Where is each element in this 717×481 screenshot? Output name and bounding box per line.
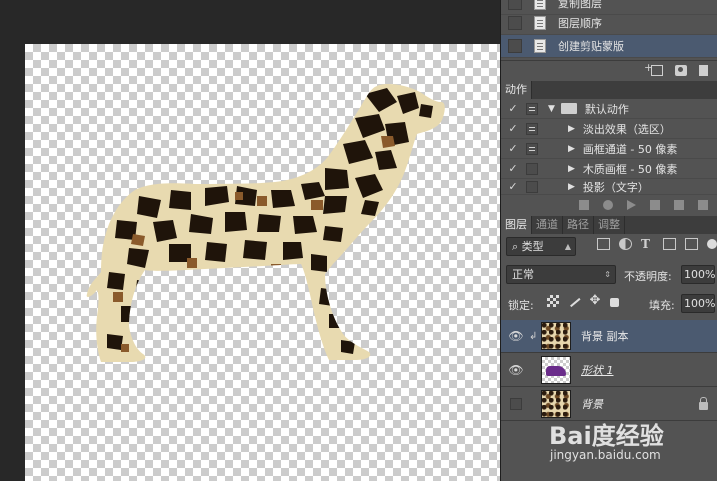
layer-row-selected[interactable]: 👁 ↲ 背景 副本 [501,320,717,353]
history-snapshot-checkbox[interactable] [508,16,522,30]
expand-right-icon[interactable]: ▶ [568,144,575,154]
document-canvas[interactable] [25,44,500,481]
image-filter-icon[interactable] [597,238,610,250]
action-set-row[interactable]: ✓ ▼ 默认动作 [501,99,717,119]
expand-down-icon[interactable]: ▼ [548,104,555,114]
document-canvas-area[interactable] [0,0,500,481]
clipping-mask-icon: ↲ [529,330,538,342]
history-snapshot-checkbox[interactable] [508,0,522,10]
checkmark-icon[interactable]: ✓ [506,142,520,155]
new-document-from-state-icon[interactable] [644,61,663,76]
action-row[interactable]: ✓ ▶ 投影（文字） [501,179,717,195]
layer-row[interactable]: 👁 形状 1 [501,354,717,387]
layer-name[interactable]: 背景 [581,396,603,412]
type-filter-icon[interactable]: T [641,238,654,250]
document-icon [534,16,546,30]
layer-filter-icons: T [597,238,717,250]
lock-position-icon[interactable]: ✥ [589,294,601,307]
document-icon [534,0,546,10]
tab-layers[interactable]: 图层 [501,216,532,234]
lock-transparent-pixels-icon[interactable] [547,295,559,307]
layer-filter-kind-select[interactable]: ⌕ 类型 ▲ [506,237,576,256]
layer-thumbnail [541,390,571,418]
watermark: Bai度经验 jingyan.baidu.com [549,416,717,481]
layer-name[interactable]: 背景 副本 [581,328,629,344]
history-item-selected[interactable]: 创建剪贴蒙版 [501,35,717,58]
blend-mode-select[interactable]: 正常 ⇕ [506,265,616,284]
opacity-label: 不透明度: [624,270,672,283]
tab-paths[interactable]: 路径 [563,216,594,234]
layers-tab-bar: 图层 通道 路径 调整 [501,216,717,234]
filter-toggle-icon[interactable] [707,239,717,249]
tab-adjustments[interactable]: 调整 [594,216,625,234]
stop-icon[interactable] [579,200,589,210]
checkmark-icon[interactable]: ✓ [506,122,520,135]
actions-tab-bar: 动作 [501,81,717,99]
checkmark-icon[interactable]: ✓ [506,102,520,115]
layer-thumbnail [541,356,571,384]
checkmark-icon[interactable]: ✓ [506,180,520,193]
dialog-toggle-icon[interactable] [526,162,538,175]
watermark-brand: Bai度经验 [549,422,664,450]
dialog-toggle-icon[interactable] [526,102,538,115]
dialog-toggle-icon[interactable] [526,180,538,193]
fill-label: 填充: [649,299,675,312]
layer-name[interactable]: 形状 1 [581,362,614,378]
tab-actions[interactable]: 动作 [501,81,532,99]
trash-icon[interactable] [699,65,708,76]
eye-icon[interactable]: 👁 [505,363,527,377]
expand-right-icon[interactable]: ▶ [568,182,575,192]
document-icon [534,39,546,53]
record-icon[interactable] [603,200,613,210]
layer-thumbnail [541,322,571,350]
new-set-folder-icon[interactable] [650,200,660,210]
action-row[interactable]: ✓ ▶ 画框通道 - 50 像素 [501,139,717,159]
history-item[interactable]: 图层顺序 [501,12,717,35]
actions-toolbar [501,196,717,214]
panels-dock: 复制图层 图层顺序 创建剪贴蒙版 动作 ✓ ▼ 默认动作 ✓ ▶ 淡出效果（选区… [500,0,717,481]
updown-arrows-icon: ▲ [564,242,571,251]
watermark-url: jingyan.baidu.com [550,448,661,462]
lock-image-pixels-icon[interactable] [567,294,581,308]
updown-arrows-icon: ⇕ [604,270,611,279]
new-action-icon[interactable] [674,200,684,210]
eye-icon[interactable]: 👁 [505,329,527,343]
lock-options: ✥ [547,294,619,308]
shape-filter-icon[interactable] [663,238,676,250]
history-snapshot-checkbox[interactable] [508,39,522,53]
folder-icon [560,103,577,114]
lock-icon [699,397,708,410]
adjustment-filter-icon[interactable] [619,238,632,250]
smart-object-filter-icon[interactable] [685,238,698,250]
opacity-input[interactable]: 100% [681,265,715,284]
search-icon: ⌕ [512,240,522,253]
expand-right-icon[interactable]: ▶ [568,164,575,174]
lock-all-icon[interactable] [610,298,619,307]
camera-icon[interactable] [675,65,687,76]
trash-icon[interactable] [698,200,708,210]
visibility-off-box[interactable] [510,398,522,410]
tab-channels[interactable]: 通道 [532,216,563,234]
dialog-toggle-icon[interactable] [526,122,538,135]
checkmark-icon[interactable]: ✓ [506,162,520,175]
dialog-toggle-icon[interactable] [526,142,538,155]
action-row[interactable]: ✓ ▶ 木质画框 - 50 像素 [501,159,717,179]
fill-input[interactable]: 100% [681,294,715,313]
history-toolbar [501,60,717,80]
lock-label: 锁定: [508,299,534,312]
action-row[interactable]: ✓ ▶ 淡出效果（选区） [501,119,717,139]
play-icon[interactable] [627,200,636,210]
leopard-dog-artwork [86,84,445,362]
expand-right-icon[interactable]: ▶ [568,124,575,134]
